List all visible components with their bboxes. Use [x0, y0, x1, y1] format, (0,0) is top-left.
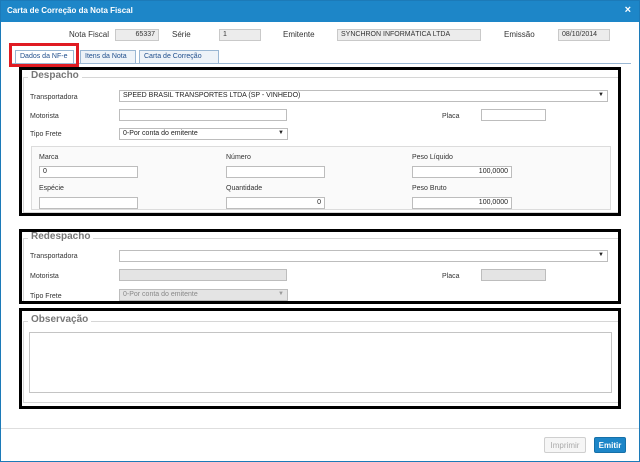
imprimir-button[interactable]: Imprimir — [544, 437, 586, 453]
close-icon[interactable]: × — [625, 4, 631, 16]
nota-fiscal-field: 65337 — [115, 29, 159, 41]
serie-field: 1 — [219, 29, 261, 41]
emissao-field: 08/10/2014 — [558, 29, 610, 41]
tab-divider — [10, 63, 631, 64]
emitente-label: Emitente — [283, 30, 315, 39]
observacao-annotation-frame — [19, 308, 621, 409]
despacho-annotation-frame — [19, 67, 621, 216]
redespacho-annotation-frame — [19, 229, 621, 304]
tab-carta-correcao[interactable]: Carta de Correção — [139, 50, 219, 64]
active-tab-highlight — [9, 43, 79, 67]
nota-fiscal-label: Nota Fiscal — [69, 30, 110, 39]
emitente-field: SYNCHRON INFORMÁTICA LTDA — [337, 29, 481, 41]
emitir-button[interactable]: Emitir — [594, 437, 626, 453]
serie-label: Série — [172, 30, 191, 39]
window-title: Carta de Correção da Nota Fiscal — [7, 6, 133, 15]
tab-itens-nota[interactable]: Itens da Nota — [80, 50, 136, 64]
title-bar: Carta de Correção da Nota Fiscal × — [1, 1, 639, 22]
dialog-window: Carta de Correção da Nota Fiscal × Nota … — [0, 0, 640, 462]
footer-divider — [1, 428, 639, 429]
emissao-label: Emissão — [504, 30, 535, 39]
